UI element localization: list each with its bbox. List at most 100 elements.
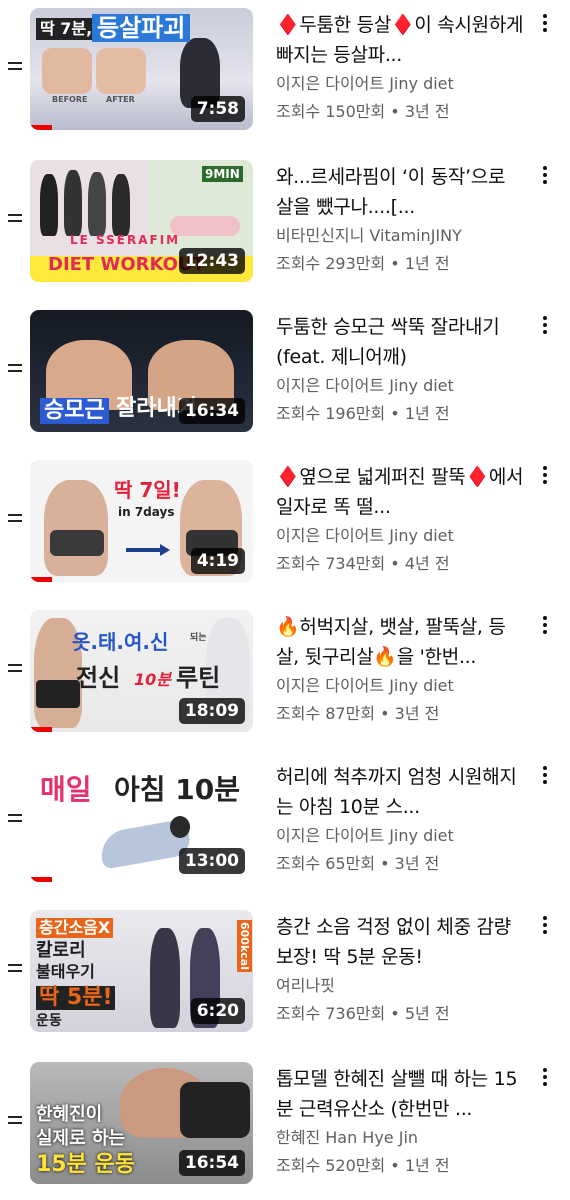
thumbnail-caption: BEFORE [52, 95, 88, 104]
video-thumbnail[interactable]: 9MIN LE SSERAFIM DIET WORKOUT 12:43 [30, 160, 253, 282]
video-meta[interactable]: ♦️옆으로 넓게퍼진 팔뚝♦️에서 일자로 똑 떨... 이지은 다이어트 Ji… [276, 462, 526, 578]
drag-handle-icon[interactable] [8, 1116, 22, 1124]
thumbnail-figure [44, 480, 108, 576]
channel-name: 이지은 다이어트 Jiny diet [276, 526, 454, 545]
video-title[interactable]: ♦️옆으로 넓게퍼진 팔뚝♦️에서 일자로 똑 떨... [276, 462, 526, 522]
thumbnail-caption: in 7days [118, 505, 175, 519]
video-row[interactable]: 승모근 잘라내기 16:34 두툼한 승모근 싹뚝 잘라내기 (feat. 제니… [0, 302, 570, 432]
video-thumbnail[interactable]: 층간소음X 칼로리 불태우기 딱 5분! 운동 600kcal 6:20 [30, 910, 253, 1032]
video-meta[interactable]: 와...르세라핌이 ‘이 동작’으로 살을 뺐구나....[... 비타민신지니… [276, 162, 526, 278]
thumbnail-figure [170, 216, 240, 236]
thumbnail-caption: 15분 운동 [36, 1152, 135, 1177]
video-stats: 조회수 293만회 • 1년 전 [276, 254, 450, 273]
video-title[interactable]: 🔥허벅지살, 뱃살, 팔뚝살, 등살, 뒷구리살🔥을 '한번... [276, 612, 526, 672]
playlist-video-list: 딱 7분, 등살파괴 BEFORE AFTER 7:58 ♦️두툼한 등살♦️이… [0, 0, 570, 1200]
video-meta[interactable]: 톱모델 한혜진 살뺄 때 하는 15분 근력유산소 (한번만 ... 한혜진 H… [276, 1064, 526, 1180]
more-vert-icon[interactable] [540, 166, 550, 186]
video-title[interactable]: 허리에 척추까지 엄청 시원해지는 아침 10분 스... [276, 762, 526, 822]
thumbnail-caption: 딱 7일! [114, 478, 181, 502]
video-thumbnail[interactable]: 딱 7일! in 7days 4:19 [30, 460, 253, 582]
more-vert-icon[interactable] [540, 766, 550, 786]
video-row[interactable]: 한혜진이 실제로 하는 15분 운동 16:54 톱모델 한혜진 살뺄 때 하는… [0, 1054, 570, 1184]
video-stats: 조회수 150만회 • 3년 전 [276, 102, 450, 121]
video-duration: 13:00 [178, 848, 245, 874]
channel-name: 비타민신지니 VitaminJINY [276, 226, 462, 245]
thumbnail-caption: 불태우기 [36, 962, 95, 981]
video-meta[interactable]: 층간 소음 걱정 없이 체중 감량 보장! 딱 5분 운동! 여리나핏 조회수 … [276, 912, 526, 1028]
video-meta[interactable]: ♦️두툼한 등살♦️이 속시원하게 빠지는 등살파... 이지은 다이어트 Ji… [276, 10, 526, 126]
thumbnail-caption: 실제로 하는 [36, 1128, 126, 1149]
video-duration: 16:54 [178, 1150, 245, 1176]
thumbnail-caption: 등살파괴 [92, 14, 191, 42]
video-duration: 6:20 [190, 998, 245, 1024]
more-vert-icon[interactable] [540, 14, 550, 34]
thumbnail-caption: 승모근 [40, 398, 109, 424]
drag-handle-icon[interactable] [8, 514, 22, 522]
video-meta[interactable]: 🔥허벅지살, 뱃살, 팔뚝살, 등살, 뒷구리살🔥을 '한번... 이지은 다이… [276, 612, 526, 728]
video-thumbnail[interactable]: 딱 7분, 등살파괴 BEFORE AFTER 7:58 [30, 8, 253, 130]
video-thumbnail[interactable]: 매일 아침 10분 13:00 [30, 760, 253, 882]
more-vert-icon[interactable] [540, 916, 550, 936]
video-thumbnail[interactable]: 승모근 잘라내기 16:34 [30, 310, 253, 432]
video-thumbnail[interactable]: 옷.태.여.신 되는 전신 10분 루틴 18:09 [30, 610, 253, 732]
thumbnail-figure [180, 1082, 250, 1138]
thumbnail-caption: 칼로리 [36, 940, 86, 961]
drag-handle-icon[interactable] [8, 214, 22, 222]
video-thumbnail[interactable]: 한혜진이 실제로 하는 15분 운동 16:54 [30, 1062, 253, 1184]
drag-handle-icon[interactable] [8, 364, 22, 372]
thumbnail-caption: 운동 [36, 1013, 62, 1029]
watch-progress-bar [30, 577, 52, 582]
thumbnail-figure [150, 928, 180, 1028]
more-vert-icon[interactable] [540, 466, 550, 486]
video-meta[interactable]: 허리에 척추까지 엄청 시원해지는 아침 10분 스... 이지은 다이어트 J… [276, 762, 526, 878]
drag-handle-icon[interactable] [8, 964, 22, 972]
thumbnail-caption: 아침 10분 [114, 773, 240, 806]
video-row[interactable]: 딱 7분, 등살파괴 BEFORE AFTER 7:58 ♦️두툼한 등살♦️이… [0, 0, 570, 130]
drag-handle-icon[interactable] [8, 62, 22, 70]
video-title[interactable]: 와...르세라핌이 ‘이 동작’으로 살을 뺐구나....[... [276, 162, 526, 222]
drag-handle-icon[interactable] [8, 814, 22, 822]
thumbnail-figure [96, 48, 146, 94]
thumbnail-caption: 매일 [40, 773, 92, 806]
video-row[interactable]: 층간소음X 칼로리 불태우기 딱 5분! 운동 600kcal 6:20 층간 … [0, 902, 570, 1032]
arrow-right-icon [160, 544, 170, 556]
thumbnail-caption: 딱 5분! [36, 986, 116, 1010]
thumbnail-figure [42, 48, 92, 94]
channel-name: 이지은 다이어트 Jiny diet [276, 676, 454, 695]
thumbnail-caption: 한혜진이 [36, 1104, 103, 1125]
video-row[interactable]: 매일 아침 10분 13:00 허리에 척추까지 엄청 시원해지는 아침 10분… [0, 752, 570, 882]
thumbnail-caption: 루틴 [176, 664, 221, 692]
thumbnail-figure [64, 170, 82, 236]
video-duration: 16:34 [178, 398, 245, 424]
thumbnail-caption: AFTER [106, 95, 135, 104]
thumbnail-caption: 9MIN [202, 166, 243, 182]
more-vert-icon[interactable] [540, 616, 550, 636]
video-stats: 조회수 734만회 • 4년 전 [276, 554, 450, 573]
video-title[interactable]: 톱모델 한혜진 살뺄 때 하는 15분 근력유산소 (한번만 ... [276, 1064, 526, 1124]
watch-progress-bar [30, 877, 52, 882]
video-stats: 조회수 65만회 • 3년 전 [276, 854, 440, 873]
thumbnail-figure [88, 172, 106, 236]
watch-progress-bar [30, 727, 52, 732]
video-title[interactable]: ♦️두툼한 등살♦️이 속시원하게 빠지는 등살파... [276, 10, 526, 70]
video-row[interactable]: 딱 7일! in 7days 4:19 ♦️옆으로 넓게퍼진 팔뚝♦️에서 일자… [0, 452, 570, 582]
thumbnail-caption: LE SSERAFIM [70, 233, 181, 247]
thumbnail-figure [170, 816, 190, 838]
video-row[interactable]: 옷.태.여.신 되는 전신 10분 루틴 18:09 🔥허벅지살, 뱃살, 팔뚝… [0, 602, 570, 732]
thumbnail-caption: 되는 [190, 633, 207, 643]
channel-name: 이지은 다이어트 Jiny diet [276, 826, 454, 845]
arrow-right-icon [126, 548, 162, 552]
thumbnail-caption: 10분 [134, 670, 171, 689]
video-duration: 4:19 [190, 548, 245, 574]
video-duration: 7:58 [190, 96, 245, 122]
thumbnail-figure [40, 174, 58, 236]
drag-handle-icon[interactable] [8, 664, 22, 672]
video-stats: 조회수 196만회 • 1년 전 [276, 404, 450, 423]
video-row[interactable]: 9MIN LE SSERAFIM DIET WORKOUT 12:43 와...… [0, 152, 570, 282]
more-vert-icon[interactable] [540, 1068, 550, 1088]
video-title[interactable]: 두툼한 승모근 싹뚝 잘라내기 (feat. 제니어깨) [276, 312, 526, 372]
more-vert-icon[interactable] [540, 316, 550, 336]
thumbnail-caption: 옷.태.여.신 [72, 630, 169, 654]
video-meta[interactable]: 두툼한 승모근 싹뚝 잘라내기 (feat. 제니어깨) 이지은 다이어트 Ji… [276, 312, 526, 428]
video-title[interactable]: 층간 소음 걱정 없이 체중 감량 보장! 딱 5분 운동! [276, 912, 526, 972]
